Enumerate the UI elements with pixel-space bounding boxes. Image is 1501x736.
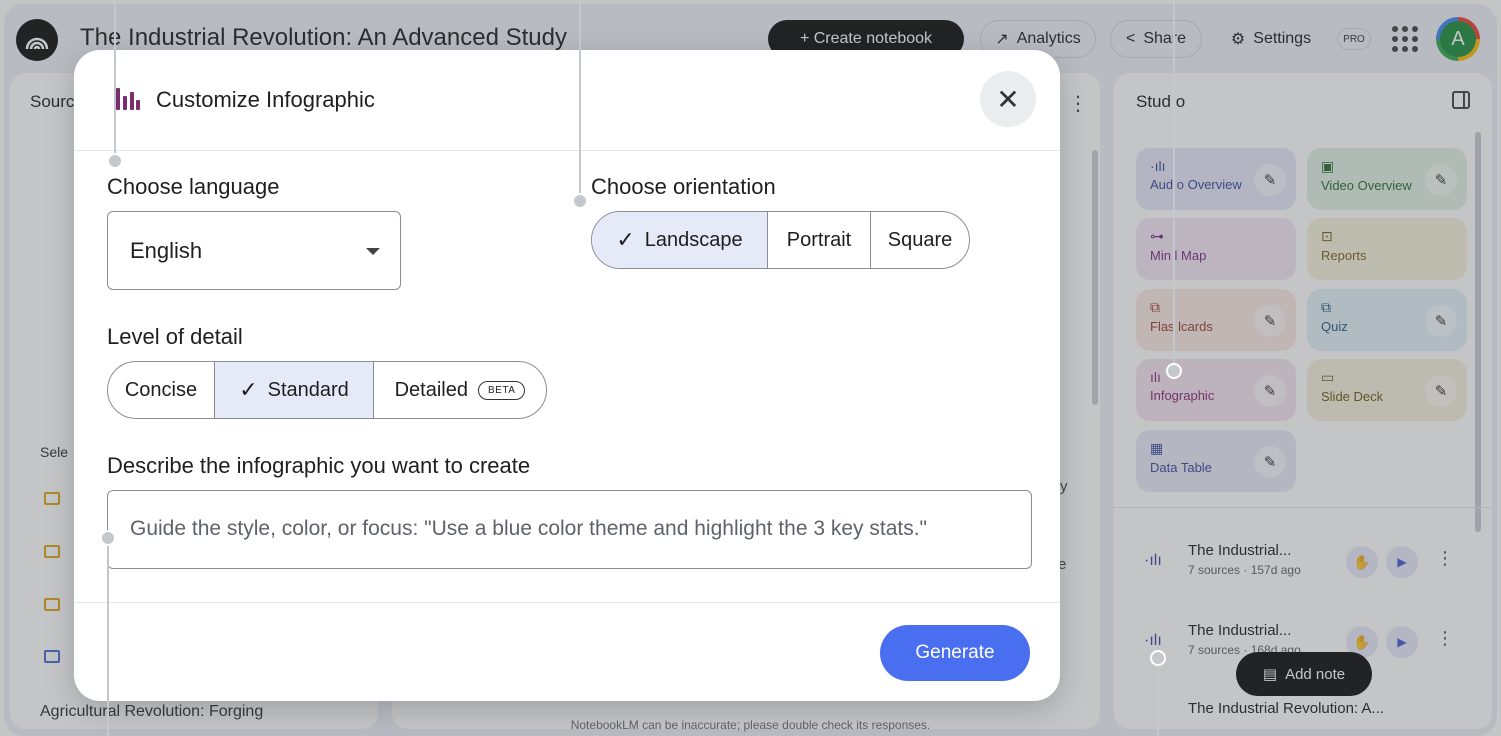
option-label: Concise (124, 378, 198, 401)
language-label: Choose language (107, 174, 280, 199)
orientation-label: Choose orientation (591, 174, 776, 199)
describe-input[interactable]: Guide the style, color, or focus: "Use a… (107, 490, 1032, 569)
close-icon[interactable]: ✕ (980, 71, 1036, 127)
annotation-pin (572, 193, 588, 209)
language-select[interactable]: English (107, 211, 401, 290)
option-label: Square (887, 228, 953, 251)
annotation-pin (100, 530, 116, 546)
caret-down-icon (366, 248, 380, 255)
check-icon: ✓ (616, 227, 635, 252)
divider (74, 602, 1060, 603)
annotation-line (1173, 0, 1175, 370)
orientation-segmented: ✓ Landscape Portrait Square (591, 211, 970, 269)
detail-standard[interactable]: ✓ Standard (215, 362, 374, 418)
detail-label: Level of detail (107, 324, 243, 349)
describe-label: Describe the infographic you want to cre… (107, 453, 531, 478)
annotation-line (107, 538, 109, 736)
divider (74, 150, 1060, 151)
orientation-landscape[interactable]: ✓ Landscape (592, 212, 768, 268)
orientation-portrait[interactable]: Portrait (768, 212, 871, 268)
orientation-square[interactable]: Square (871, 212, 969, 268)
option-label: Landscape (644, 228, 743, 251)
detail-detailed[interactable]: Detailed BETA (374, 362, 546, 418)
annotation-pin (1150, 650, 1166, 666)
annotation-line (1157, 658, 1159, 736)
describe-placeholder: Guide the style, color, or focus: "Use a… (130, 517, 928, 540)
detail-segmented: Concise ✓ Standard Detailed BETA (107, 361, 547, 419)
customize-infographic-dialog: Customize Infographic ✕ Choose language … (74, 50, 1060, 701)
detail-concise[interactable]: Concise (108, 362, 215, 418)
annotation-line (579, 0, 581, 200)
option-label: Detailed (394, 378, 468, 401)
option-label: Portrait (786, 228, 852, 251)
generate-button[interactable]: Generate (880, 625, 1030, 681)
annotation-line (114, 0, 116, 160)
language-value: English (130, 238, 203, 263)
check-icon: ✓ (239, 377, 258, 402)
dialog-title: Customize Infographic (156, 87, 375, 112)
infographic-icon (116, 88, 140, 110)
annotation-pin (1166, 363, 1182, 379)
option-label: Standard (267, 378, 349, 401)
beta-badge: BETA (478, 380, 526, 400)
annotation-pin (107, 153, 123, 169)
